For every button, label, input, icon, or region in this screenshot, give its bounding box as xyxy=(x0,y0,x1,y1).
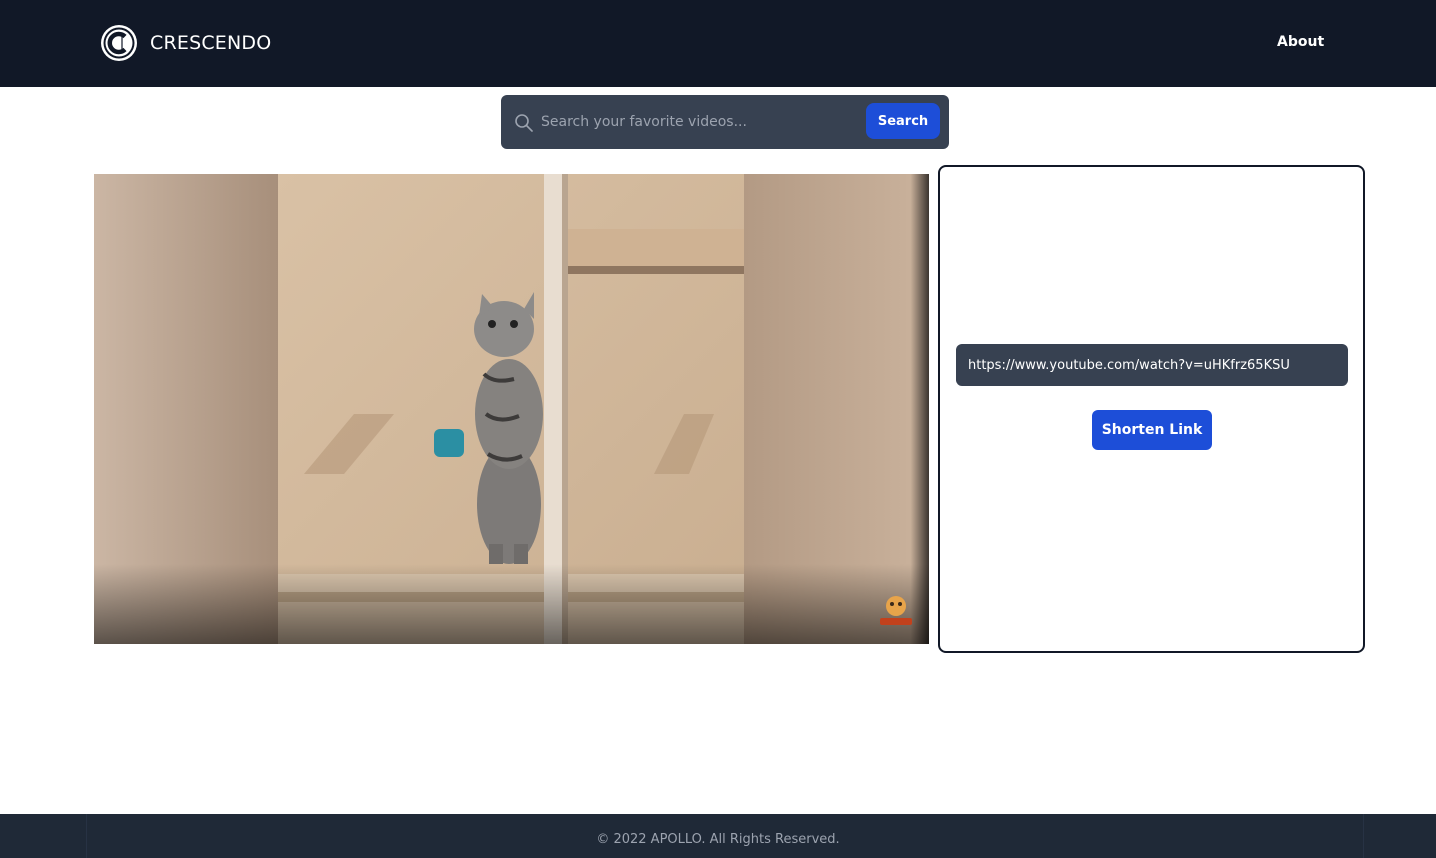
link-shortener-panel: Shorten Link xyxy=(938,165,1365,653)
search-input[interactable] xyxy=(541,105,861,139)
navbar: CRESCENDO About xyxy=(0,0,1436,87)
search-button[interactable]: Search xyxy=(866,103,940,139)
brand[interactable]: CRESCENDO xyxy=(100,24,271,62)
video-frame xyxy=(94,174,929,644)
video-player[interactable] xyxy=(94,174,929,644)
crescendo-logo-icon xyxy=(101,25,137,61)
nav-about-link[interactable]: About xyxy=(1277,34,1324,50)
url-input[interactable] xyxy=(956,344,1348,386)
copyright-text: © 2022 APOLLO. All Rights Reserved. xyxy=(596,832,840,847)
channel-logo-icon xyxy=(880,596,912,625)
footer: © 2022 APOLLO. All Rights Reserved. xyxy=(0,814,1436,858)
search-icon xyxy=(515,114,533,132)
shorten-link-button[interactable]: Shorten Link xyxy=(1092,410,1212,450)
brand-name: CRESCENDO xyxy=(150,32,272,54)
search-bar: Search xyxy=(501,95,949,149)
